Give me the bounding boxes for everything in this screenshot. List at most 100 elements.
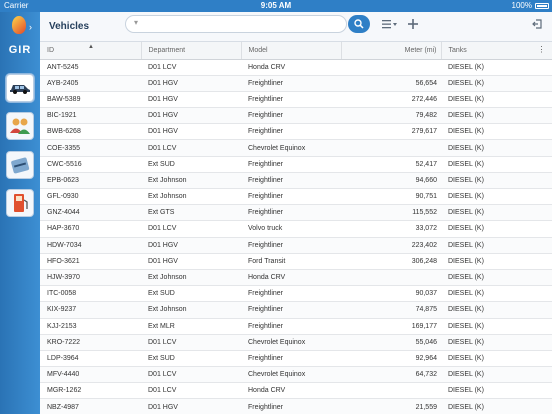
logout-button[interactable] — [530, 16, 544, 32]
table-row[interactable]: GNZ-4044 Ext GTS Freightliner 115,552 DIESEL… — [40, 204, 552, 222]
cell-id: GFL-0930 — [40, 188, 141, 206]
cell-id: AYB-2405 — [40, 75, 141, 92]
toolbar: Vehicles ▾ — [40, 12, 552, 42]
cell-department: D01 HGV — [141, 91, 241, 109]
table-row[interactable]: KRO-7222 D01 LCV Chevrolet Equinox 55,046 DI… — [40, 334, 552, 351]
cell-meter: 90,751 — [341, 188, 441, 206]
table-row[interactable]: BIC-1921 D01 HGV Freightliner 79,482 DIESEL … — [40, 107, 552, 125]
cell-department: Ext GTS — [141, 204, 241, 222]
cell-tanks: DIESEL (K) — [441, 350, 552, 368]
cell-meter: 55,046 — [341, 334, 441, 351]
column-header-meter[interactable]: Meter (mi) — [341, 42, 442, 60]
list-menu-icon — [382, 20, 397, 29]
cell-id: ITC-0058 — [40, 285, 141, 303]
cell-tanks: DIESEL (K) — [441, 366, 552, 384]
cell-tanks: DIESEL (K) — [441, 237, 552, 254]
add-button[interactable] — [406, 16, 420, 32]
cell-meter: 169,177 — [341, 318, 441, 335]
cell-id: LDP-3964 — [40, 350, 141, 368]
cell-tanks: DIESEL (K) — [441, 188, 552, 206]
cell-id: KIX-9237 — [40, 301, 141, 319]
cell-model: Honda CRV — [241, 59, 341, 76]
cell-department: Ext Johnson — [141, 301, 241, 319]
cell-model: Freightliner — [241, 156, 341, 173]
table-row[interactable]: EPB-0623 Ext Johnson Freightliner 94,660 DIE… — [40, 172, 552, 190]
vehicles-icon — [10, 85, 30, 94]
cell-model: Chevrolet Equinox — [241, 366, 341, 384]
cell-department: D01 LCV — [141, 334, 241, 351]
cell-tanks: DIESEL (K) — [441, 139, 552, 157]
table-row[interactable]: CWC-5516 Ext SUD Freightliner 52,417 DIESEL … — [40, 156, 552, 173]
table-row[interactable]: LDP-3964 Ext SUD Freightliner 92,964 DIESEL … — [40, 350, 552, 368]
table-row[interactable]: BWB-6268 D01 HGV Freightliner 279,617 DIESEL… — [40, 123, 552, 141]
cell-model: Freightliner — [241, 91, 341, 109]
column-header-id[interactable]: ID ▲ — [40, 42, 142, 60]
search-input[interactable]: ▾ — [125, 15, 347, 33]
cell-department: D01 LCV — [141, 220, 241, 238]
cell-meter: 306,248 — [341, 253, 441, 270]
cell-meter: 223,402 — [341, 237, 441, 254]
cell-model: Freightliner — [241, 237, 341, 254]
sidebar-item-drivers[interactable] — [6, 112, 34, 140]
column-header-tanks[interactable]: Tanks ⋮ — [441, 42, 552, 60]
table-row[interactable]: COE-3355 D01 LCV Chevrolet Equinox DIESEL (… — [40, 139, 552, 157]
cell-tanks: DIESEL (K) — [441, 269, 552, 287]
cell-department: D01 HGV — [141, 107, 241, 125]
table-row[interactable]: KIX-9237 Ext Johnson Freightliner 74,875 DIE… — [40, 301, 552, 319]
cell-meter — [341, 59, 441, 76]
fuel-pump-icon — [14, 194, 28, 212]
cell-department: D01 LCV — [141, 366, 241, 384]
table-row[interactable]: ANT-5245 D01 LCV Honda CRV DIESEL (K) — [40, 59, 552, 76]
table-row[interactable]: ITC-0058 Ext SUD Freightliner 90,037 DIESEL … — [40, 285, 552, 303]
table-row[interactable]: MFV-4440 D01 LCV Chevrolet Equinox 64,732 DI… — [40, 366, 552, 384]
cell-model: Freightliner — [241, 204, 341, 222]
cell-model: Freightliner — [241, 285, 341, 303]
cell-meter: 74,875 — [341, 301, 441, 319]
cell-meter: 64,732 — [341, 366, 441, 384]
more-options-icon[interactable]: ⋮ — [538, 45, 546, 54]
cell-id: HFO-3621 — [40, 253, 141, 270]
cell-tanks: DIESEL (K) — [441, 318, 552, 335]
table-row[interactable]: NBZ-4987 D01 HGV Freightliner 21,559 DIESEL … — [40, 398, 552, 414]
cell-meter: 92,964 — [341, 350, 441, 368]
cell-tanks: DIESEL (K) — [441, 398, 552, 414]
list-options-button[interactable] — [381, 16, 399, 32]
sidebar-item-fuel-cards[interactable] — [6, 151, 34, 179]
column-header-department[interactable]: Department — [141, 42, 242, 60]
table-row[interactable]: AYB-2405 D01 HGV Freightliner 56,654 DIESEL … — [40, 75, 552, 92]
table-row[interactable]: GFL-0930 Ext Johnson Freightliner 90,751 DIE… — [40, 188, 552, 206]
cell-id: MGR-1262 — [40, 382, 141, 400]
cell-department: D01 HGV — [141, 75, 241, 92]
app-logo[interactable]: › GIR — [3, 14, 37, 64]
table-row[interactable]: KJJ-2153 Ext MLR Freightliner 169,177 DIESEL… — [40, 318, 552, 335]
cell-meter: 33,072 — [341, 220, 441, 238]
cell-department: D01 HGV — [141, 237, 241, 254]
cell-id: HJW-3970 — [40, 269, 141, 287]
sidebar-item-vehicles[interactable] — [6, 74, 34, 102]
fuel-card-icon — [11, 157, 30, 174]
cell-department: Ext MLR — [141, 318, 241, 335]
page-title: Vehicles — [49, 21, 90, 32]
cell-tanks: DIESEL (K) — [441, 91, 552, 109]
cell-id: EPB-0623 — [40, 172, 141, 190]
search-icon — [354, 19, 364, 29]
column-header-model[interactable]: Model — [241, 42, 342, 60]
cell-model: Chevrolet Equinox — [241, 139, 341, 157]
cell-tanks: DIESEL (K) — [441, 285, 552, 303]
cell-meter: 21,559 — [341, 398, 441, 414]
cell-department: D01 LCV — [141, 382, 241, 400]
cell-id: COE-3355 — [40, 139, 141, 157]
search-button[interactable] — [348, 15, 370, 33]
cell-department: D01 HGV — [141, 253, 241, 270]
sidebar-item-fuel[interactable] — [6, 189, 34, 217]
cell-model: Freightliner — [241, 301, 341, 319]
table-row[interactable]: HJW-3970 Ext Johnson Honda CRV DIESEL (K) — [40, 269, 552, 287]
table-row[interactable]: HAP-3670 D01 LCV Volvo truck 33,072 DIESEL (… — [40, 220, 552, 238]
cell-id: MFV-4440 — [40, 366, 141, 384]
cell-id: BIC-1921 — [40, 107, 141, 125]
cell-model: Chevrolet Equinox — [241, 334, 341, 351]
table-row[interactable]: HDW-7034 D01 HGV Freightliner 223,402 DIESEL… — [40, 237, 552, 254]
table-row[interactable]: MGR-1262 D01 LCV Honda CRV DIESEL (K) — [40, 382, 552, 400]
table-row[interactable]: HFO-3621 D01 HGV Ford Transit 306,248 DIESEL… — [40, 253, 552, 270]
table-row[interactable]: BAW-5389 D01 HGV Freightliner 272,446 DIESEL… — [40, 91, 552, 109]
